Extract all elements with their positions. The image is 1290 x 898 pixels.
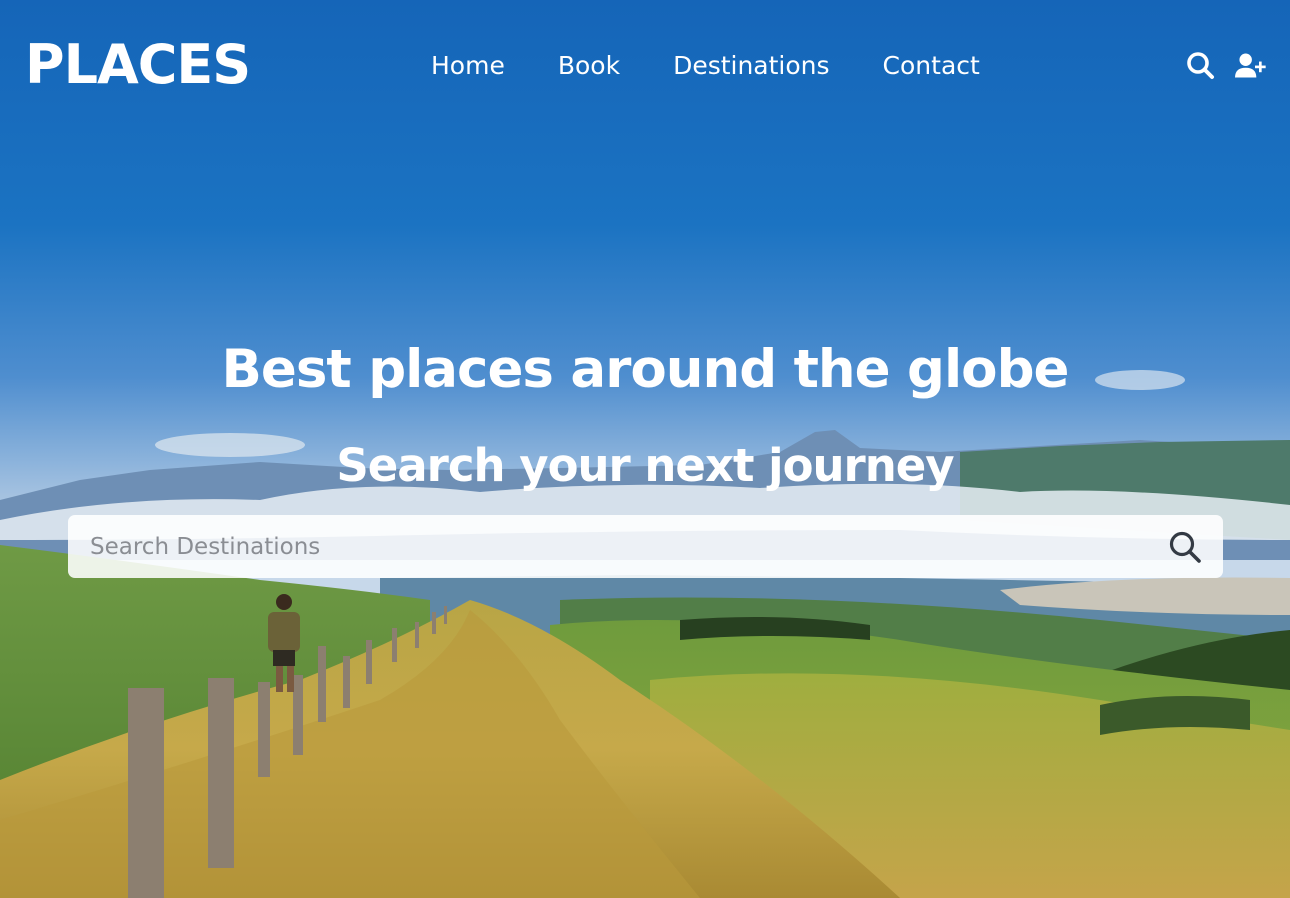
search-icon[interactable] [1167, 529, 1203, 565]
hero-section: PLACES Home Book Destinations Contact Be… [0, 0, 1290, 898]
hero-subheadline: Search your next journey [336, 439, 954, 492]
destination-search-bar [68, 515, 1223, 578]
search-icon[interactable] [1185, 50, 1217, 82]
nav-link-contact[interactable]: Contact [883, 48, 980, 84]
site-logo[interactable]: PLACES [25, 32, 251, 98]
search-input[interactable] [68, 515, 1148, 578]
hero-headline: Best places around the globe [221, 339, 1070, 400]
top-navigation: PLACES Home Book Destinations Contact [0, 0, 1290, 132]
nav-actions [1185, 50, 1267, 82]
main-menu: Home Book Destinations Contact [431, 48, 980, 84]
nav-link-home[interactable]: Home [431, 48, 505, 84]
nav-link-destinations[interactable]: Destinations [673, 48, 829, 84]
add-user-icon[interactable] [1235, 50, 1267, 82]
nav-link-book[interactable]: Book [558, 48, 620, 84]
